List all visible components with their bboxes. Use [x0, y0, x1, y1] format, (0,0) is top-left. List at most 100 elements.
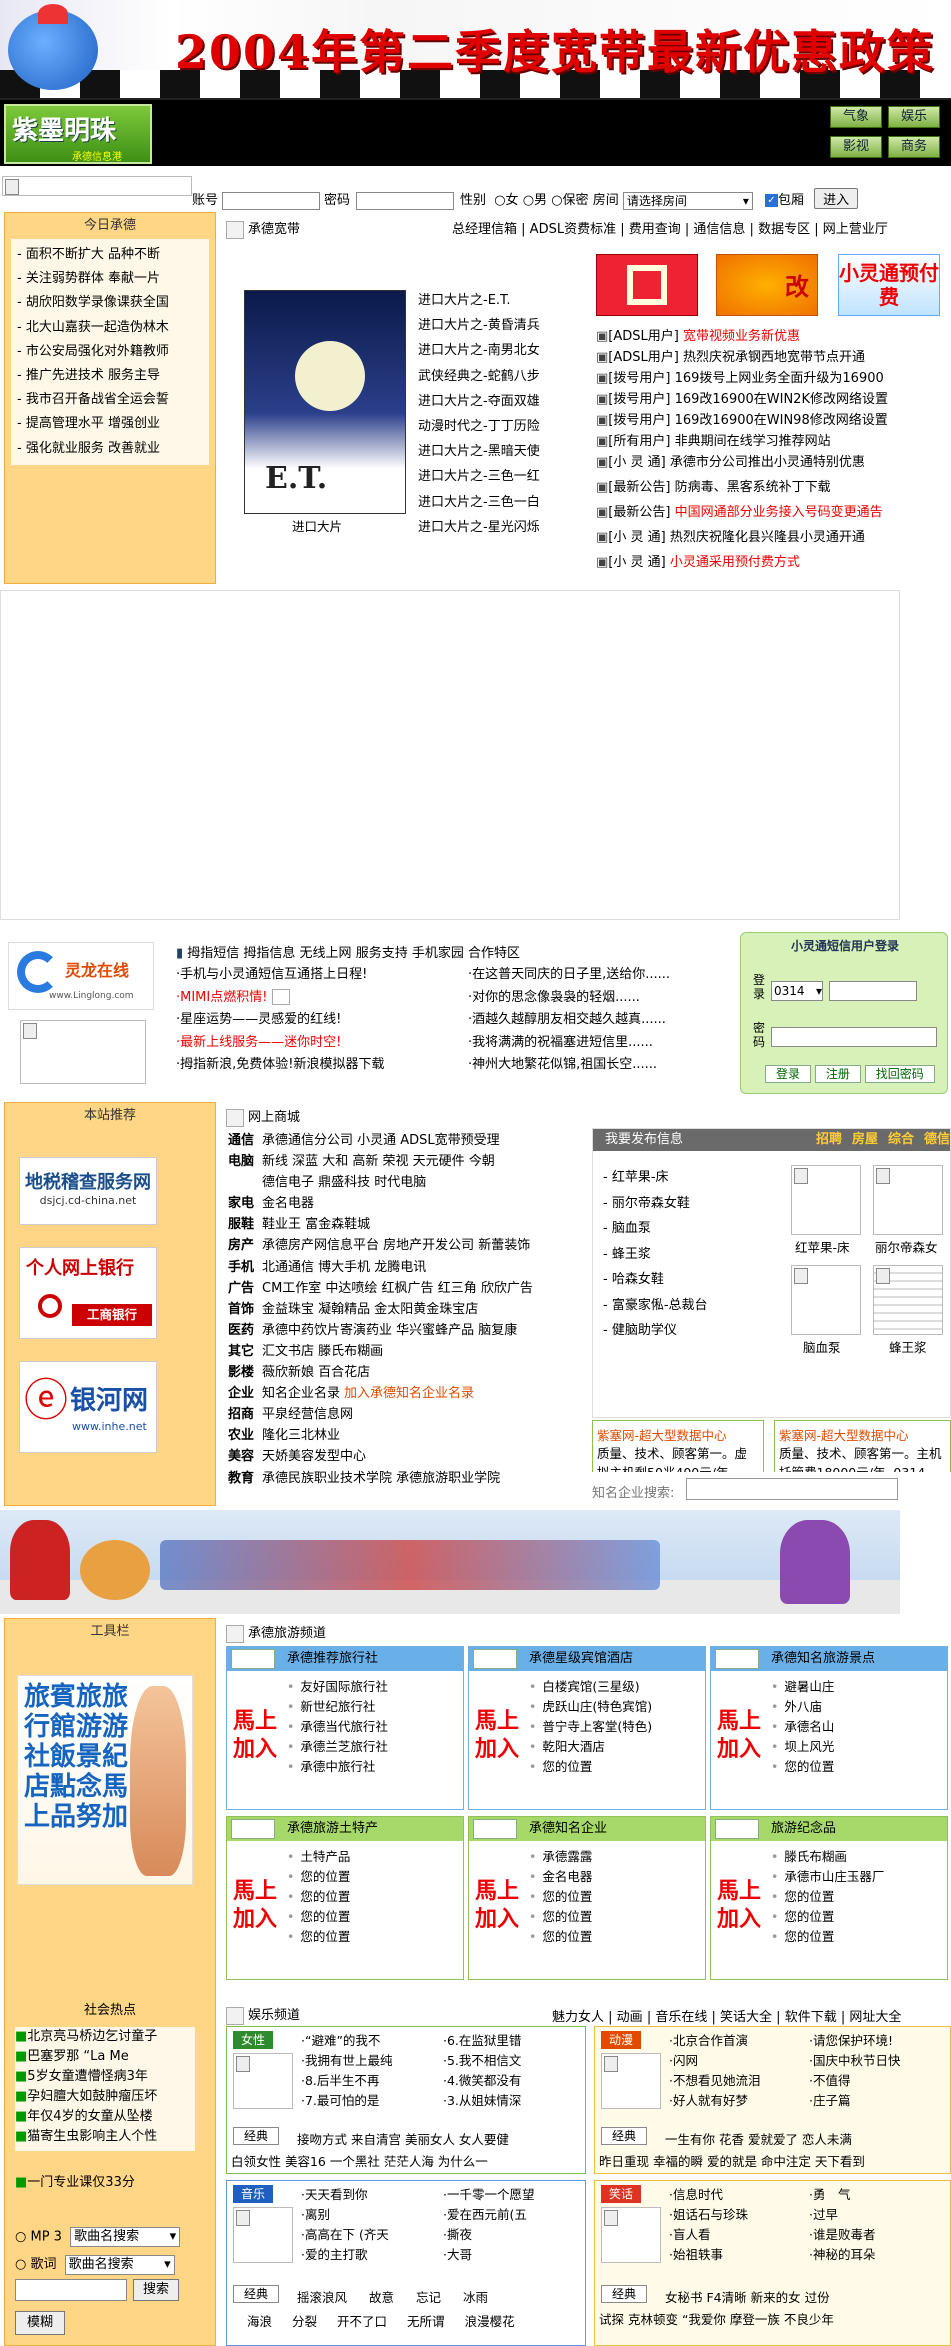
mall-row[interactable]: 通信 承德通信分公司 小灵通 ADSL宽带预受理 — [228, 1130, 586, 1151]
site-logo[interactable]: 紫墨明珠 承德信息港 — [4, 104, 152, 164]
mall-row[interactable]: 美容 天娇美容发型中心 — [228, 1446, 586, 1467]
list-item[interactable]: 冰雨 — [463, 2290, 488, 2305]
top-banner[interactable]: 2004年第二季度宽带最新优惠政策 — [0, 0, 951, 100]
news-item[interactable]: ▣[小 灵 通] 热烈庆祝隆化县兴隆县小灵通开通 — [596, 526, 951, 551]
list-item[interactable]: 您的位置 — [287, 1887, 463, 1907]
area-code-select[interactable]: 0314 ▾ — [771, 981, 823, 1001]
news-item[interactable]: ▣[所有用户] 非典期间在线学习推荐网站 — [596, 430, 951, 451]
classic-row[interactable]: 昨日重现 幸福的瞬 爱的就是 命中注定 天下看到 — [599, 2151, 946, 2170]
list-item[interactable]: ■巴塞罗那 “La Me — [15, 2047, 195, 2067]
thumb-image[interactable] — [601, 2207, 661, 2263]
list-item[interactable]: 承德中旅行社 — [287, 1757, 463, 1777]
list-item[interactable]: 乾阳大酒店 — [529, 1737, 705, 1757]
list-item[interactable]: ·始祖轶事 — [669, 2245, 748, 2265]
tab-general[interactable]: 综合 — [888, 1132, 914, 1147]
link-url-directory[interactable]: 网址大全 — [849, 2010, 901, 2025]
radio-lyrics[interactable]: ○ 歌词 — [15, 2257, 57, 2272]
list-item[interactable]: - 富豪家俬-总裁台 — [603, 1293, 708, 1319]
ent-tag[interactable]: 音乐 — [233, 2185, 274, 2203]
list-item[interactable]: 进口大片之-黑暗天使 — [418, 439, 540, 464]
list-item[interactable]: ·拇指新浪,免费体验!新浪模拟器下载 — [176, 1054, 384, 1077]
list-item[interactable]: ■一门专业课仅33分 — [15, 2171, 135, 2190]
list-item[interactable]: 新世纪旅行社 — [287, 1697, 463, 1717]
list-item[interactable]: ·我拥有世上最纯 — [301, 2051, 392, 2071]
list-item[interactable]: 海浪 — [247, 2314, 272, 2329]
mall-row[interactable]: 德信电子 鼎盛科技 时代电脑 — [228, 1172, 586, 1193]
list-item[interactable]: ·手机与小灵通短信互通搭上日程! — [176, 964, 384, 987]
gender-male[interactable]: ○男 — [523, 193, 547, 208]
join-now-label[interactable]: 馬上加入 — [233, 1707, 283, 1767]
list-item[interactable]: 您的位置 — [529, 1887, 705, 1907]
list-item[interactable]: ·不值得 — [809, 2071, 900, 2091]
tab-dexin[interactable]: 德信 — [924, 1132, 950, 1147]
list-item[interactable]: - 市公安局强化对外籍教师 — [11, 340, 209, 364]
list-item[interactable]: 忘记 — [416, 2290, 441, 2305]
list-item[interactable]: 您的位置 — [771, 1757, 947, 1777]
nav-weather[interactable]: 气象 — [830, 106, 882, 128]
list-item[interactable]: 避暑山庄 — [771, 1677, 947, 1697]
list-item[interactable]: ·离别 — [301, 2205, 389, 2225]
gender-female[interactable]: ○女 — [494, 193, 518, 208]
tab-housing[interactable]: 房屋 — [852, 1132, 878, 1147]
list-item[interactable]: ■猫寄生虫影响主人个性 — [15, 2127, 195, 2147]
sms-menu[interactable]: ▮ 拇指短信 拇指信息 无线上网 服务支持 手机家园 合作特区 — [176, 942, 520, 961]
list-item[interactable]: ·姐话石与珍珠 — [669, 2205, 748, 2225]
link-fee-query[interactable]: 费用查询 — [629, 222, 681, 237]
list-item[interactable]: 金名电器 — [529, 1867, 705, 1887]
list-item[interactable]: 您的位置 — [529, 1757, 705, 1777]
list-item[interactable]: 您的位置 — [771, 1927, 947, 1947]
sms-recover-button[interactable]: 找回密码 — [864, 1065, 935, 1083]
list-item[interactable]: ·信息时代 — [669, 2185, 748, 2205]
list-item[interactable]: ·MIMI点燃积情! — [176, 987, 384, 1010]
list-item[interactable]: ·庄子篇 — [809, 2091, 900, 2111]
news-item[interactable]: ▣[最新公告] 中国网通部分业务接入号码变更通告 — [596, 501, 951, 526]
radio-mp3[interactable]: ○ MP 3 — [15, 2230, 62, 2245]
news-item[interactable]: ▣[小 灵 通] 承德市分公司推出小灵通特别优惠 — [596, 451, 951, 476]
list-item[interactable]: 白楼宾馆(三星级) — [529, 1677, 705, 1697]
classic-row[interactable]: 试探 克林顿变 “我爱你 摩登一族 不良少年 — [599, 2309, 946, 2328]
promo-banner-1[interactable] — [596, 254, 698, 316]
promo-banner-3[interactable]: 小灵通预付费 — [838, 254, 940, 316]
list-item[interactable]: 无所谓 — [407, 2314, 445, 2329]
ent-tag[interactable]: 女性 — [233, 2031, 274, 2049]
list-item[interactable]: ·6.在监狱里错 — [443, 2031, 521, 2051]
promo-banner-2[interactable]: 改 — [716, 254, 818, 316]
mall-row[interactable]: 农业 隆化三北林业 — [228, 1425, 586, 1446]
link-music-online[interactable]: 音乐在线 — [655, 2010, 707, 2025]
list-item[interactable]: 进口大片之-星光闪烁 — [418, 515, 540, 540]
list-item[interactable]: 动漫时代之-丁丁历险 — [418, 414, 540, 439]
link-comm-info[interactable]: 通信信息 — [693, 222, 745, 237]
movie-poster[interactable]: E.T. — [244, 290, 406, 514]
username-input[interactable] — [222, 191, 321, 210]
list-item[interactable]: ·国庆中秋节日快 — [809, 2051, 900, 2071]
list-item[interactable]: ·闪网 — [669, 2051, 760, 2071]
list-item[interactable]: ■年仅4岁的女童从坠楼 — [15, 2107, 195, 2127]
search-button[interactable]: 搜索 — [133, 2279, 179, 2301]
list-item[interactable]: 您的位置 — [529, 1907, 705, 1927]
list-item[interactable]: ·3.从姐妹情深 — [443, 2091, 521, 2111]
list-item[interactable]: ·我将满满的祝福塞进短信里...... — [468, 1032, 670, 1055]
list-item[interactable]: 进口大片之-E.T. — [418, 288, 540, 313]
list-item[interactable]: 您的位置 — [287, 1867, 463, 1887]
list-item[interactable]: ·爱的主打歌 — [301, 2245, 389, 2265]
join-now-label[interactable]: 馬上加入 — [475, 1707, 525, 1767]
list-item[interactable]: - 红苹果-床 — [603, 1165, 708, 1191]
link-software[interactable]: 软件下载 — [785, 2010, 837, 2025]
news-item[interactable]: ▣[ADSL用户] 宽带视频业务新优惠 — [596, 325, 951, 346]
list-item[interactable]: ·神州大地繁花似锦,祖国长空...... — [468, 1054, 670, 1077]
list-item[interactable]: ·“避难”的我不 — [301, 2031, 392, 2051]
room-select[interactable]: 请选择房间 ▾ — [622, 191, 753, 210]
news-item[interactable]: ▣[ADSL用户] 热烈庆祝承钢西地宽带节点开通 — [596, 346, 951, 367]
list-item[interactable]: 您的位置 — [529, 1927, 705, 1947]
music-search-input[interactable] — [15, 2279, 127, 2301]
thumb-image[interactable] — [791, 1165, 861, 1235]
thumb-image[interactable] — [873, 1165, 943, 1235]
list-item[interactable]: ·星座运势——灵感爱的红线! — [176, 1009, 384, 1032]
travel-ad[interactable]: 旅賓旅旅行館游游社飯景紀店點念馬上品努加 — [17, 1675, 193, 1885]
list-item[interactable]: 友好国际旅行社 — [287, 1677, 463, 1697]
list-item[interactable]: - 哈森女鞋 — [603, 1267, 708, 1293]
thumb-image[interactable] — [601, 2053, 661, 2109]
enterprise-search-input[interactable] — [686, 1478, 898, 1500]
list-item[interactable]: ·过早 — [809, 2205, 875, 2225]
list-item[interactable]: - 健脑助学仪 — [603, 1318, 708, 1344]
